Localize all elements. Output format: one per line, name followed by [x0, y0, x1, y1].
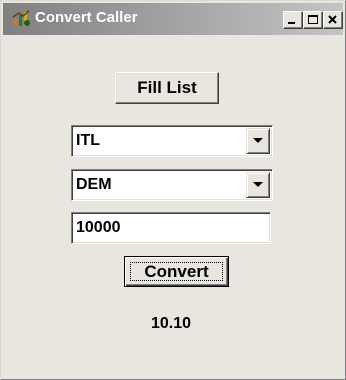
- maximize-button[interactable]: [303, 11, 323, 29]
- minimize-icon: [288, 22, 295, 24]
- app-icon[interactable]: [11, 9, 31, 29]
- from-currency-dropdown-button[interactable]: [246, 128, 270, 154]
- maximize-icon: [308, 15, 318, 24]
- title-bar[interactable]: Convert Caller: [3, 3, 343, 35]
- chevron-down-icon: [253, 182, 263, 187]
- convert-button[interactable]: Convert: [124, 256, 229, 287]
- to-currency-value: DEM: [76, 176, 112, 193]
- from-currency-value: ITL: [76, 132, 100, 149]
- to-currency-select[interactable]: DEM: [71, 169, 273, 201]
- amount-input[interactable]: [71, 212, 271, 244]
- fill-list-button[interactable]: Fill List: [115, 72, 219, 104]
- close-icon: [328, 15, 337, 24]
- convert-caller-window: Convert Caller Fill List ITL DEM 10000 C…: [0, 0, 346, 380]
- minimize-button[interactable]: [283, 11, 303, 29]
- from-currency-select[interactable]: ITL: [71, 125, 273, 157]
- window-title: Convert Caller: [35, 9, 138, 26]
- close-button[interactable]: [323, 11, 343, 29]
- convert-button-label: Convert: [130, 262, 223, 281]
- to-currency-dropdown-button[interactable]: [246, 172, 270, 198]
- chevron-down-icon: [253, 138, 263, 143]
- conversion-result: 10.10: [150, 315, 192, 332]
